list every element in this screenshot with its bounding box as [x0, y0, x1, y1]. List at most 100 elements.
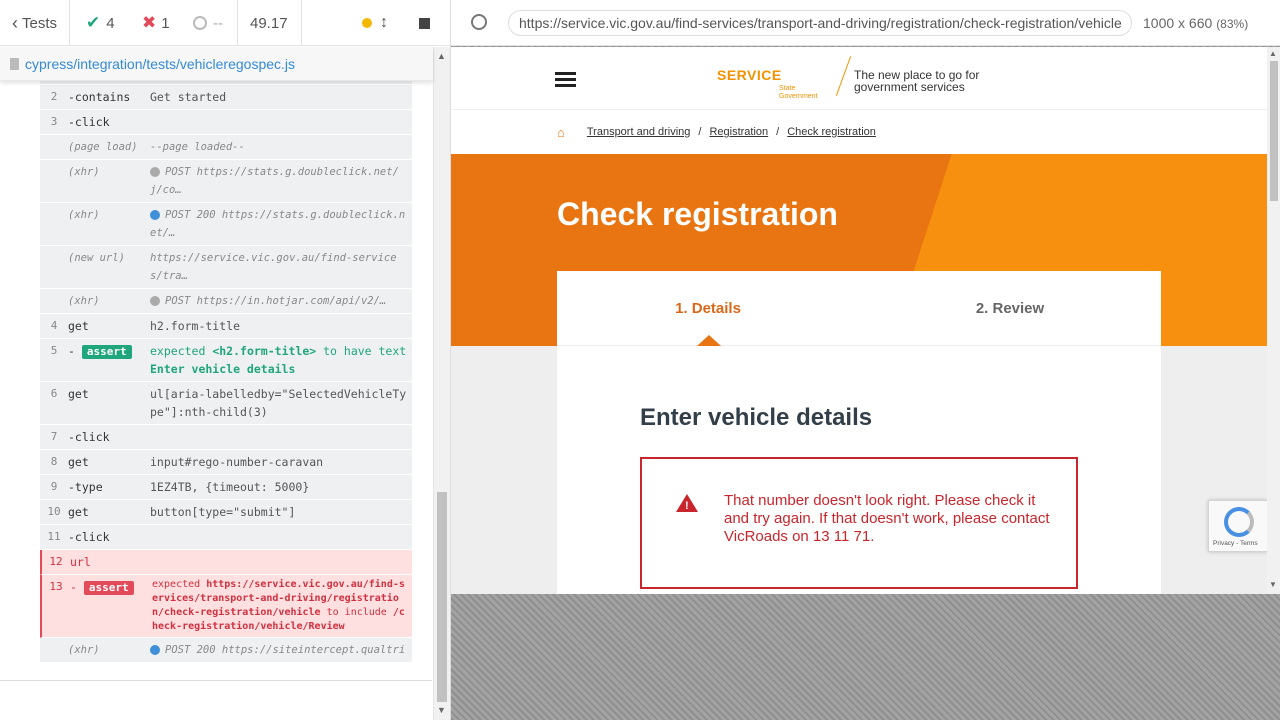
failed-number: 1: [161, 14, 170, 32]
scrollbar-thumb[interactable]: [437, 492, 447, 702]
pending-number: --: [213, 14, 223, 32]
breadcrumb-check-registration[interactable]: Check registration: [787, 126, 876, 138]
command-message: POST https://stats.g.doubleclick.net/j/c…: [150, 163, 412, 199]
command-log-row[interactable]: 13 - assert expected https://service.vic.g…: [40, 575, 412, 638]
site-scrollbar[interactable]: ▲ ▼: [1267, 47, 1280, 594]
command-log-row[interactable]: 5- assert expected <h2.form-title> to hav…: [40, 339, 412, 382]
url-field[interactable]: https://service.vic.gov.au/find-services…: [508, 10, 1132, 36]
assert-mid: to include: [326, 607, 387, 618]
assert-value: Enter vehicle details: [150, 362, 296, 376]
command-log-row[interactable]: 6 get ul[aria-labelledby="SelectedVehicleT…: [40, 382, 412, 425]
tab-details[interactable]: 1. Details: [557, 271, 859, 345]
step-tabs: 1. Details 2. Review: [557, 271, 1161, 346]
command-number: [40, 138, 68, 156]
spec-file-link[interactable]: cypress/integration/tests/vehicleregospe…: [25, 56, 295, 72]
command-log-row[interactable]: 9 -type 1EZ4TB, {timeout: 5000}: [40, 475, 412, 500]
tagline-line2: government services: [854, 80, 965, 94]
scroll-down-icon[interactable]: ▼: [1269, 580, 1277, 589]
failed-count[interactable]: ✖ 1: [142, 0, 170, 46]
cypress-runner-panel: ‹ Tests ✔ 4 ✖ 1 -- 49.17 ↕ getdiv.button…: [0, 0, 450, 720]
command-log-event[interactable]: (xhr) POST 200 https://siteintercept.qual…: [40, 638, 412, 662]
xhr-status-dot-icon: [150, 210, 160, 220]
command-log-row[interactable]: 12 url: [40, 550, 412, 575]
service-vic-logo[interactable]: SERVICE State Government: [717, 56, 852, 103]
command-name: - assert: [68, 342, 150, 378]
recaptcha-badge[interactable]: Privacy - Terms: [1208, 500, 1268, 552]
command-log-row[interactable]: 2 -contains Get started: [40, 85, 412, 110]
command-message-text: ul[aria-labelledby="SelectedVehicleType"…: [150, 387, 407, 419]
command-log-row[interactable]: 11 -click: [40, 525, 412, 550]
command-name: get: [68, 455, 89, 469]
command-log: getdiv.button-holder>a2-containsGet star…: [40, 70, 412, 662]
command-message: expected https://service.vic.gov.au/find…: [152, 578, 412, 634]
scroll-up-icon[interactable]: ▲: [1269, 49, 1277, 58]
command-log-row[interactable]: 8 get input#rego-number-caravan: [40, 450, 412, 475]
command-number: 11: [47, 530, 61, 543]
assert-badge: assert: [81, 345, 132, 359]
scroll-down-icon[interactable]: ▼: [437, 705, 446, 715]
scroll-up-icon[interactable]: ▲: [437, 51, 446, 61]
auto-scroll-toggle[interactable]: ↕: [362, 0, 388, 46]
command-number: [40, 249, 68, 285]
command-message-text: Get started: [150, 90, 227, 104]
command-log-row[interactable]: 10 get button[type="submit"]: [40, 500, 412, 525]
command-name: - assert: [70, 578, 152, 634]
command-message: [150, 113, 412, 131]
viewport-size: 1000 x 660 (83%): [1143, 15, 1248, 31]
command-number: [40, 641, 68, 662]
error-message: That number doesn't look right. Please c…: [724, 492, 1050, 545]
hero-banner: Check registration 1. Details 2. Review: [451, 154, 1267, 346]
check-icon: ✔: [86, 13, 101, 32]
command-message: button[type="submit"]: [150, 503, 412, 521]
chevron-left-icon: ‹: [12, 12, 18, 33]
command-log-event[interactable]: (page load) --page loaded--: [40, 135, 412, 160]
divider: [0, 680, 432, 681]
command-log-row[interactable]: 3 -click: [40, 110, 412, 135]
passed-count[interactable]: ✔ 4: [86, 0, 115, 46]
command-name: get: [68, 505, 89, 519]
command-message-text: POST https://in.hotjar.com/api/v2/…: [165, 295, 387, 307]
breadcrumb-transport[interactable]: Transport and driving: [587, 126, 691, 138]
command-log-row[interactable]: 4 get h2.form-title: [40, 314, 412, 339]
scrollbar-thumb[interactable]: [1270, 61, 1278, 201]
command-number: 13: [49, 580, 63, 593]
command-message: 1EZ4TB, {timeout: 5000}: [150, 478, 412, 496]
command-name: -click: [68, 115, 110, 129]
stop-button[interactable]: [419, 0, 430, 46]
command-number: 2: [50, 90, 58, 103]
form-title: Enter vehicle details: [640, 404, 873, 431]
command-name: (xhr): [68, 295, 100, 307]
command-message: POST 200 https://stats.g.doubleclick.net…: [150, 206, 412, 242]
breadcrumb-registration[interactable]: Registration: [709, 126, 768, 138]
command-log-event[interactable]: (xhr) POST https://in.hotjar.com/api/v2/…: [40, 289, 412, 314]
runner-header: ‹ Tests ✔ 4 ✖ 1 -- 49.17 ↕: [0, 0, 450, 46]
command-log-event[interactable]: (xhr) POST 200 https://stats.g.doubleclic…: [40, 203, 412, 246]
command-number: [40, 206, 68, 242]
hamburger-menu-icon[interactable]: [555, 72, 576, 87]
command-log-scrollbar[interactable]: ▲ ▼: [433, 47, 450, 720]
command-number: 3: [50, 115, 58, 128]
x-icon: ✖: [142, 13, 157, 32]
xhr-status-dot-icon: [150, 296, 160, 306]
command-number: 6: [50, 387, 58, 400]
assert-subject: <h2.form-title>: [212, 344, 317, 358]
command-dash: -: [70, 580, 84, 594]
crosshair-icon[interactable]: [471, 14, 487, 30]
command-log-event[interactable]: (new url) https://service.vic.gov.au/find…: [40, 246, 412, 289]
back-to-tests-button[interactable]: ‹ Tests: [0, 0, 70, 46]
pending-count[interactable]: --: [193, 0, 238, 46]
home-icon[interactable]: ⌂: [557, 125, 565, 140]
command-name: get: [68, 319, 89, 333]
spec-file-bar: cypress/integration/tests/vehicleregospe…: [0, 47, 433, 81]
command-log-row[interactable]: 7 -click: [40, 425, 412, 450]
command-name: (new url): [68, 252, 125, 264]
command-name: (xhr): [68, 209, 100, 221]
site-header: SERVICE State Government The new place t…: [451, 47, 1267, 110]
command-message-text: https://service.vic.gov.au/find-services…: [150, 252, 397, 282]
active-tab-caret-icon: [697, 335, 721, 346]
command-log-event[interactable]: (xhr) POST https://stats.g.doubleclick.ne…: [40, 160, 412, 203]
command-number: 7: [50, 430, 58, 443]
command-name: -click: [68, 530, 110, 544]
command-number: [40, 292, 68, 310]
tab-review[interactable]: 2. Review: [859, 271, 1161, 345]
